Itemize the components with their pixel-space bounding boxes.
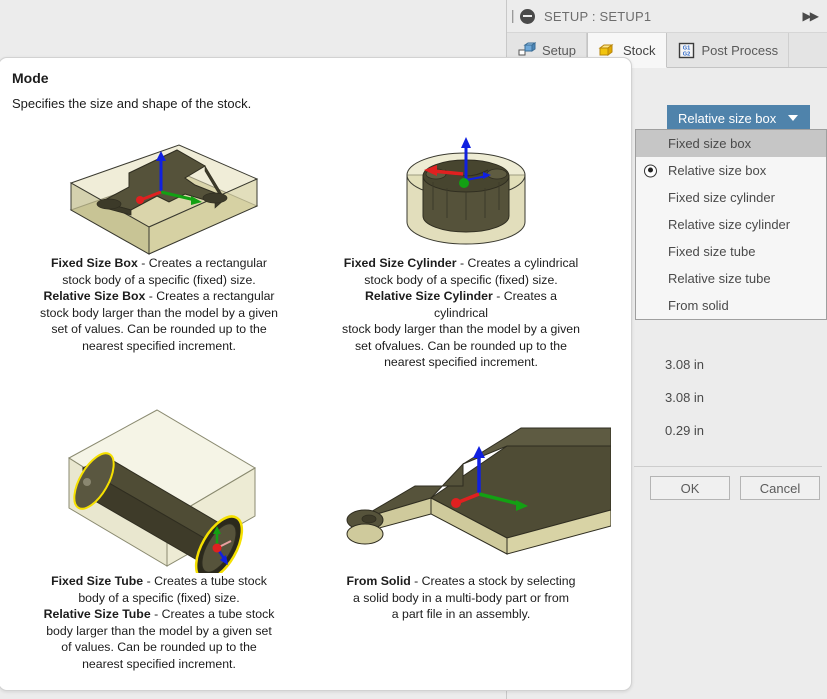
post-process-g1g2-icon: G1 G2 bbox=[677, 42, 696, 59]
caption-rest: a solid body in a multi-body part or fro… bbox=[353, 590, 569, 605]
dropdown-option-fixed-size-box[interactable]: Fixed size box bbox=[636, 130, 826, 157]
caption-rest: body of a specific (fixed) size. bbox=[78, 590, 240, 605]
dialog-button-bar: OK Cancel bbox=[634, 476, 824, 502]
tooltip-caption-cylinder: Fixed Size Cylinder - Creates a cylindri… bbox=[311, 255, 611, 371]
mode-combo-wrap: Relative size box bbox=[667, 105, 810, 131]
caption-bold: Fixed Size Cylinder bbox=[343, 256, 457, 270]
tooltip-caption-from-solid: From Solid - Creates a stock by selectin… bbox=[311, 573, 611, 623]
caption-rest: stock body of a specific (fixed) size. bbox=[364, 272, 558, 287]
caption-rest: - Creates a tube stock bbox=[150, 607, 275, 621]
caption-bold: Relative Size Cylinder bbox=[364, 289, 493, 303]
caption-bold: Fixed Size Tube bbox=[51, 574, 144, 588]
dialog-title: SETUP : SETUP1 bbox=[544, 8, 652, 24]
caption-rest: nearest specified increment. bbox=[82, 656, 236, 671]
caption-bold: Fixed Size Box bbox=[51, 256, 138, 270]
tooltip-cell-box: Fixed Size Box - Creates a rectangular s… bbox=[9, 130, 309, 354]
ok-button[interactable]: OK bbox=[650, 476, 730, 500]
dropdown-option-label: Relative size box bbox=[668, 163, 767, 178]
tooltip-cell-from-solid: From Solid - Creates a stock by selectin… bbox=[311, 398, 612, 623]
dropdown-option-relative-size-box[interactable]: Relative size box bbox=[636, 157, 826, 184]
tooltip-cell-cylinder: Fixed Size Cylinder - Creates a cylindri… bbox=[311, 130, 611, 371]
caption-rest: stock body larger than the model by a gi… bbox=[40, 305, 278, 320]
dropdown-option-label: From solid bbox=[668, 298, 729, 313]
caption-rest: - Creates a tube stock bbox=[143, 574, 267, 588]
caption-bold: Relative Size Tube bbox=[43, 607, 151, 621]
caption-rest: - Creates a bbox=[492, 289, 558, 303]
caption-rest: stock body of a specific (fixed) size. bbox=[62, 272, 256, 287]
measurement-depth: 3.08 in bbox=[665, 390, 705, 405]
tab-post-process[interactable]: G1 G2 Post Process bbox=[667, 33, 790, 67]
caption-rest: nearest specified increment. bbox=[82, 338, 236, 353]
stock-box-icon bbox=[598, 42, 617, 59]
caption-rest: of values. Can be rounded up to the bbox=[61, 640, 257, 654]
stock-tube-3d-illustration bbox=[9, 398, 309, 581]
mode-tooltip: Mode Specifies the size and shape of the… bbox=[0, 57, 632, 691]
drag-grip-icon[interactable] bbox=[512, 9, 514, 23]
caption-bold: From Solid bbox=[346, 574, 411, 588]
stock-box-3d-illustration bbox=[9, 130, 309, 255]
screen-root: SETUP : SETUP1 ▶▶ Setup Stock G1 G2 Post… bbox=[0, 0, 827, 699]
mode-combo-value: Relative size box bbox=[678, 110, 777, 126]
dialog-separator bbox=[634, 466, 822, 467]
dropdown-option-label: Relative size tube bbox=[668, 271, 771, 286]
svg-text:G2: G2 bbox=[682, 51, 689, 57]
stock-from-solid-3d-illustration bbox=[311, 398, 612, 573]
dropdown-option-from-solid[interactable]: From solid bbox=[636, 292, 826, 319]
dropdown-option-label: Relative size cylinder bbox=[668, 217, 791, 232]
caption-rest: - Creates a cylindrical bbox=[456, 256, 579, 270]
tooltip-title: Mode bbox=[12, 70, 49, 86]
mode-dropdown-list[interactable]: Fixed size box Relative size box Fixed s… bbox=[635, 129, 827, 320]
dropdown-option-fixed-size-tube[interactable]: Fixed size tube bbox=[636, 238, 826, 265]
caption-rest: cylindrical bbox=[434, 305, 488, 320]
setup-icon bbox=[517, 41, 537, 59]
caption-rest: - Creates a rectangular bbox=[145, 289, 275, 303]
caption-rest: a part file in an assembly. bbox=[391, 607, 531, 621]
measurement-height: 0.29 in bbox=[665, 423, 705, 438]
caption-rest: set of values. Can be rounded up to the bbox=[51, 322, 267, 336]
radio-selected-icon bbox=[644, 164, 657, 177]
caption-rest: - Creates a stock by selecting bbox=[410, 574, 576, 588]
dropdown-option-relative-size-cylinder[interactable]: Relative size cylinder bbox=[636, 211, 826, 238]
minus-circle-icon[interactable] bbox=[520, 8, 535, 24]
dropdown-option-label: Fixed size tube bbox=[668, 244, 756, 259]
dropdown-option-fixed-size-cylinder[interactable]: Fixed size cylinder bbox=[636, 184, 826, 211]
dropdown-option-label: Fixed size box bbox=[668, 136, 752, 151]
caption-rest: body larger than the model by a given se… bbox=[46, 623, 272, 638]
caption-rest: nearest specified increment. bbox=[384, 355, 538, 369]
dropdown-option-relative-size-tube[interactable]: Relative size tube bbox=[636, 265, 826, 292]
caption-rest: - Creates a rectangular bbox=[137, 256, 267, 270]
tab-setup-label: Setup bbox=[542, 42, 576, 58]
tab-post-process-label: Post Process bbox=[701, 42, 779, 58]
chevron-down-icon bbox=[788, 115, 798, 121]
tooltip-subtitle: Specifies the size and shape of the stoc… bbox=[12, 96, 252, 111]
caption-rest: set ofvalues. Can be rounded up to the bbox=[355, 338, 567, 353]
dialog-titlebar: SETUP : SETUP1 ▶▶ bbox=[507, 0, 827, 33]
caption-rest: stock body larger than the model by a gi… bbox=[342, 322, 580, 336]
stock-cylinder-3d-illustration bbox=[311, 130, 611, 255]
measurement-width: 3.08 in bbox=[665, 357, 705, 372]
mode-combo[interactable]: Relative size box bbox=[667, 105, 810, 131]
cancel-button[interactable]: Cancel bbox=[740, 476, 820, 500]
caption-bold: Relative Size Box bbox=[43, 289, 146, 303]
dropdown-option-label: Fixed size cylinder bbox=[668, 190, 775, 205]
stock-measurements: 3.08 in 3.08 in 0.29 in bbox=[665, 348, 805, 447]
tooltip-cell-tube: Fixed Size Tube - Creates a tube stock b… bbox=[9, 398, 309, 672]
tooltip-caption-box: Fixed Size Box - Creates a rectangular s… bbox=[9, 255, 309, 354]
expand-arrows-icon[interactable]: ▶▶ bbox=[803, 9, 820, 23]
tab-stock-label: Stock bbox=[622, 42, 656, 58]
tooltip-caption-tube: Fixed Size Tube - Creates a tube stock b… bbox=[9, 573, 309, 672]
